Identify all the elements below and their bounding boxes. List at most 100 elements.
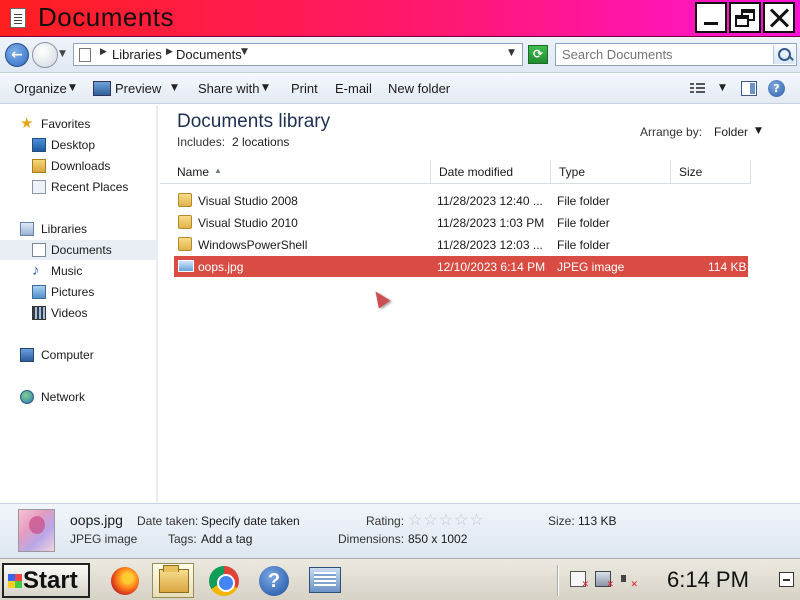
nav-libraries[interactable]: Libraries — [0, 219, 156, 239]
nav-documents[interactable]: Documents — [0, 240, 156, 260]
size-label: Size: — [548, 514, 575, 528]
nav-recent-places[interactable]: Recent Places — [0, 177, 156, 197]
organize-button[interactable]: Organize — [14, 81, 67, 96]
pictures-icon — [32, 285, 46, 299]
chevron-right-icon[interactable]: ▶ — [100, 47, 107, 57]
search-icon[interactable] — [773, 45, 795, 64]
restore-button[interactable] — [729, 2, 761, 33]
print-button[interactable]: Print — [291, 81, 318, 96]
help-icon: ? — [259, 566, 289, 596]
taskbar-help[interactable]: ? — [254, 563, 296, 598]
recent-pages-dropdown[interactable]: ▼ — [59, 49, 66, 59]
folder-icon — [79, 48, 91, 62]
chevron-down-icon[interactable]: ▼ — [262, 83, 269, 93]
chevron-down-icon[interactable]: ▼ — [171, 83, 178, 93]
nav-recent-places-label: Recent Places — [51, 180, 129, 194]
file-name: oops.jpg — [198, 260, 244, 274]
taskbar-firefox[interactable] — [104, 563, 146, 598]
start-button[interactable]: Start — [2, 563, 90, 598]
nav-music[interactable]: ♪ Music — [0, 261, 156, 281]
details-file-type: JPEG image — [70, 532, 138, 546]
column-header-size[interactable]: Size — [671, 160, 751, 184]
nav-pictures[interactable]: Pictures — [0, 282, 156, 302]
column-header-date[interactable]: Date modified — [431, 160, 551, 184]
clock[interactable]: 6:14 PM — [667, 567, 749, 593]
preview-button[interactable]: Preview — [115, 81, 161, 96]
folder-icon — [178, 193, 192, 207]
chevron-down-icon[interactable]: ▼ — [755, 126, 762, 136]
search-input[interactable] — [562, 47, 762, 62]
star-icon[interactable]: ☆ — [408, 512, 422, 529]
chevron-down-icon[interactable]: ▼ — [69, 83, 76, 93]
taskbar-network[interactable] — [304, 563, 346, 598]
star-icon[interactable]: ☆ — [454, 512, 468, 529]
nav-documents-label: Documents — [51, 243, 112, 257]
nav-network[interactable]: Network — [0, 387, 156, 407]
help-icon[interactable]: ? — [768, 80, 785, 97]
chevron-down-icon[interactable]: ▼ — [719, 83, 726, 93]
volume-muted-icon[interactable] — [620, 571, 638, 590]
file-type: JPEG image — [557, 260, 625, 274]
documents-icon — [32, 243, 46, 257]
date-taken-field[interactable]: Specify date taken — [201, 514, 300, 528]
taskbar-chrome[interactable] — [204, 563, 246, 598]
file-type: File folder — [557, 216, 610, 230]
includes-locations-link[interactable]: 2 locations — [232, 135, 289, 149]
forward-button[interactable] — [32, 42, 58, 68]
firefox-icon — [111, 567, 139, 595]
column-size-label: Size — [679, 165, 703, 179]
file-row[interactable]: Visual Studio 2008 11/28/2023 12:40 ... … — [174, 190, 748, 211]
file-row[interactable]: Visual Studio 2010 11/28/2023 1:03 PM Fi… — [174, 212, 748, 233]
minimize-button[interactable] — [695, 2, 727, 33]
close-button[interactable] — [763, 2, 795, 33]
chevron-down-icon[interactable]: ▼ — [241, 47, 248, 57]
details-pane: oops.jpg JPEG image Date taken: Specify … — [0, 503, 800, 558]
back-button[interactable]: ← — [5, 43, 29, 67]
arrange-by-dropdown[interactable]: Folder — [714, 125, 748, 139]
network-icon — [309, 567, 341, 593]
file-type: File folder — [557, 194, 610, 208]
search-box[interactable] — [555, 43, 797, 66]
downloads-icon — [32, 159, 46, 173]
title-bar[interactable]: Documents — [0, 0, 800, 37]
address-history-dropdown[interactable]: ▼ — [508, 48, 515, 58]
file-row[interactable]: WindowsPowerShell 11/28/2023 12:03 ... F… — [174, 234, 748, 255]
network-status-icon[interactable] — [595, 571, 614, 590]
email-button[interactable]: E-mail — [335, 81, 372, 96]
nav-computer[interactable]: Computer — [0, 345, 156, 365]
nav-videos[interactable]: Videos — [0, 303, 156, 323]
nav-downloads[interactable]: Downloads — [0, 156, 156, 176]
tray-divider — [557, 565, 559, 596]
change-view-icon[interactable] — [690, 82, 706, 95]
rating-stars[interactable]: ☆☆☆☆☆ — [408, 510, 485, 530]
nav-desktop[interactable]: Desktop — [0, 135, 156, 155]
tags-field[interactable]: Add a tag — [201, 532, 252, 546]
column-header-type[interactable]: Type — [551, 160, 671, 184]
column-name-label: Name — [177, 165, 210, 179]
breadcrumb-documents[interactable]: Documents — [176, 47, 242, 62]
preview-pane-icon[interactable] — [741, 81, 757, 96]
new-folder-button[interactable]: New folder — [388, 81, 450, 96]
chevron-right-icon[interactable]: ▶ — [166, 47, 173, 57]
nav-favorites[interactable]: ★ Favorites — [0, 114, 156, 134]
keyboard-icon[interactable] — [779, 572, 794, 587]
file-row-selected[interactable]: oops.jpg 12/10/2023 6:14 PM JPEG image 1… — [174, 256, 748, 277]
taskbar: Start ? 6:14 PM — [0, 558, 800, 600]
file-size: 114 KB — [708, 260, 747, 274]
action-center-icon[interactable] — [570, 571, 589, 590]
size-value: 113 KB — [578, 514, 617, 528]
taskbar-explorer[interactable] — [152, 563, 194, 598]
column-header-name[interactable]: Name ▲ — [160, 160, 431, 184]
library-title: Documents library — [177, 111, 331, 132]
star-icon[interactable]: ☆ — [423, 512, 437, 529]
desktop-icon — [32, 138, 46, 152]
star-icon[interactable]: ☆ — [439, 512, 453, 529]
file-date: 11/28/2023 12:03 ... — [437, 238, 543, 252]
breadcrumb-libraries[interactable]: Libraries — [112, 47, 162, 62]
address-field[interactable]: ▶ Libraries ▶ Documents ▼ — [73, 43, 523, 66]
share-with-button[interactable]: Share with — [198, 81, 259, 96]
file-date: 11/28/2023 12:40 ... — [437, 194, 543, 208]
date-taken-label: Date taken: — [137, 514, 199, 528]
refresh-button[interactable]: ⟳ — [528, 45, 548, 64]
star-icon[interactable]: ☆ — [469, 512, 483, 529]
